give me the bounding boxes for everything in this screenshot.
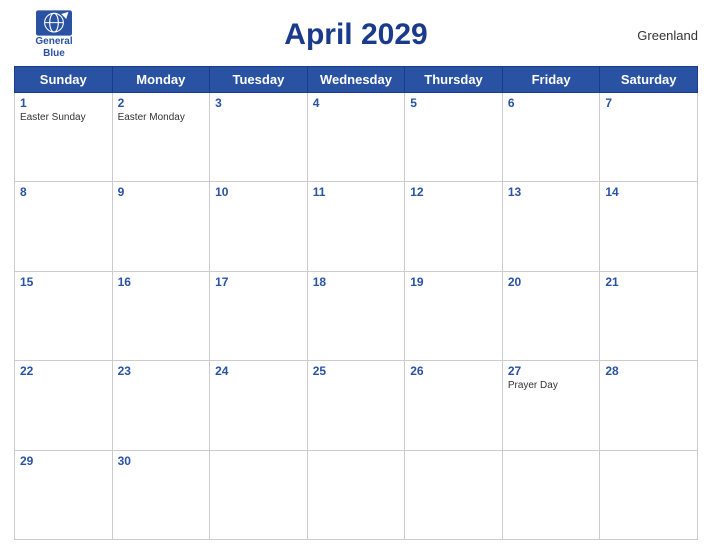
- calendar-cell: 15: [15, 271, 113, 360]
- calendar-cell: 8: [15, 182, 113, 271]
- calendar-cell: 21: [600, 271, 698, 360]
- calendar-cell: 4: [307, 93, 405, 182]
- day-number: 29: [20, 454, 107, 468]
- calendar-cell: 23: [112, 361, 210, 450]
- day-number: 13: [508, 185, 595, 199]
- calendar-cell: [210, 450, 308, 539]
- header-saturday: Saturday: [600, 67, 698, 93]
- calendar-page: General Blue April 2029 Greenland Sunday…: [0, 0, 712, 550]
- calendar-cell: 10: [210, 182, 308, 271]
- calendar-title: April 2029: [94, 18, 618, 52]
- calendar-table: Sunday Monday Tuesday Wednesday Thursday…: [14, 66, 698, 540]
- day-number: 10: [215, 185, 302, 199]
- day-number: 1: [20, 96, 107, 110]
- day-number: 12: [410, 185, 497, 199]
- calendar-cell: [307, 450, 405, 539]
- calendar-cell: [502, 450, 600, 539]
- calendar-cell: 7: [600, 93, 698, 182]
- header: General Blue April 2029 Greenland: [14, 10, 698, 60]
- calendar-cell: 16: [112, 271, 210, 360]
- day-number: 4: [313, 96, 400, 110]
- day-number: 6: [508, 96, 595, 110]
- day-number: 11: [313, 185, 400, 199]
- logo-line1: General: [35, 36, 72, 47]
- week-row-5: 29 30: [15, 450, 698, 539]
- day-number: 2: [118, 96, 205, 110]
- calendar-cell: 28: [600, 361, 698, 450]
- day-number: 3: [215, 96, 302, 110]
- day-number: 20: [508, 275, 595, 289]
- calendar-cell: 24: [210, 361, 308, 450]
- calendar-cell: 18: [307, 271, 405, 360]
- calendar-cell: 30: [112, 450, 210, 539]
- header-sunday: Sunday: [15, 67, 113, 93]
- calendar-cell: 19: [405, 271, 503, 360]
- header-tuesday: Tuesday: [210, 67, 308, 93]
- weekday-header-row: Sunday Monday Tuesday Wednesday Thursday…: [15, 67, 698, 93]
- day-number: 18: [313, 275, 400, 289]
- day-event: Prayer Day: [508, 380, 595, 391]
- calendar-cell: 13: [502, 182, 600, 271]
- day-number: 23: [118, 364, 205, 378]
- logo-area: General Blue: [14, 10, 94, 60]
- calendar-cell: 25: [307, 361, 405, 450]
- calendar-cell: [405, 450, 503, 539]
- week-row-3: 15 16 17 18 19 20 21: [15, 271, 698, 360]
- calendar-cell: 26: [405, 361, 503, 450]
- week-row-4: 22 23 24 25 26 27 Prayer Day 28: [15, 361, 698, 450]
- header-wednesday: Wednesday: [307, 67, 405, 93]
- day-number: 27: [508, 364, 595, 378]
- day-number: 5: [410, 96, 497, 110]
- day-number: 26: [410, 364, 497, 378]
- calendar-cell: 9: [112, 182, 210, 271]
- calendar-cell: 3: [210, 93, 308, 182]
- week-row-2: 89 10 11 12 13 14: [15, 182, 698, 271]
- calendar-cell: 5: [405, 93, 503, 182]
- week-row-1: 1 Easter Sunday 2 Easter Monday 34567: [15, 93, 698, 182]
- day-number: 7: [605, 96, 692, 110]
- calendar-cell: 2 Easter Monday: [112, 93, 210, 182]
- calendar-cell: [600, 450, 698, 539]
- day-number: 30: [118, 454, 205, 468]
- calendar-cell: 12: [405, 182, 503, 271]
- day-number: 8: [20, 185, 107, 199]
- day-event: Easter Monday: [118, 112, 205, 123]
- calendar-cell: 17: [210, 271, 308, 360]
- header-thursday: Thursday: [405, 67, 503, 93]
- day-number: 17: [215, 275, 302, 289]
- calendar-cell: 27 Prayer Day: [502, 361, 600, 450]
- day-number: 16: [118, 275, 205, 289]
- day-number: 22: [20, 364, 107, 378]
- day-number: 15: [20, 275, 107, 289]
- day-number: 28: [605, 364, 692, 378]
- day-number: 14: [605, 185, 692, 199]
- region-label: Greenland: [618, 28, 698, 43]
- day-number: 21: [605, 275, 692, 289]
- day-event: Easter Sunday: [20, 112, 107, 123]
- header-monday: Monday: [112, 67, 210, 93]
- day-number: 25: [313, 364, 400, 378]
- calendar-cell: 1 Easter Sunday: [15, 93, 113, 182]
- calendar-cell: 29: [15, 450, 113, 539]
- calendar-cell: 14: [600, 182, 698, 271]
- day-number: 9: [118, 185, 205, 199]
- logo-line2: Blue: [43, 48, 65, 59]
- calendar-cell: 6: [502, 93, 600, 182]
- day-number: 24: [215, 364, 302, 378]
- general-blue-logo-icon: [36, 10, 72, 36]
- calendar-cell: 22: [15, 361, 113, 450]
- calendar-cell: 20: [502, 271, 600, 360]
- header-friday: Friday: [502, 67, 600, 93]
- day-number: 19: [410, 275, 497, 289]
- calendar-cell: 11: [307, 182, 405, 271]
